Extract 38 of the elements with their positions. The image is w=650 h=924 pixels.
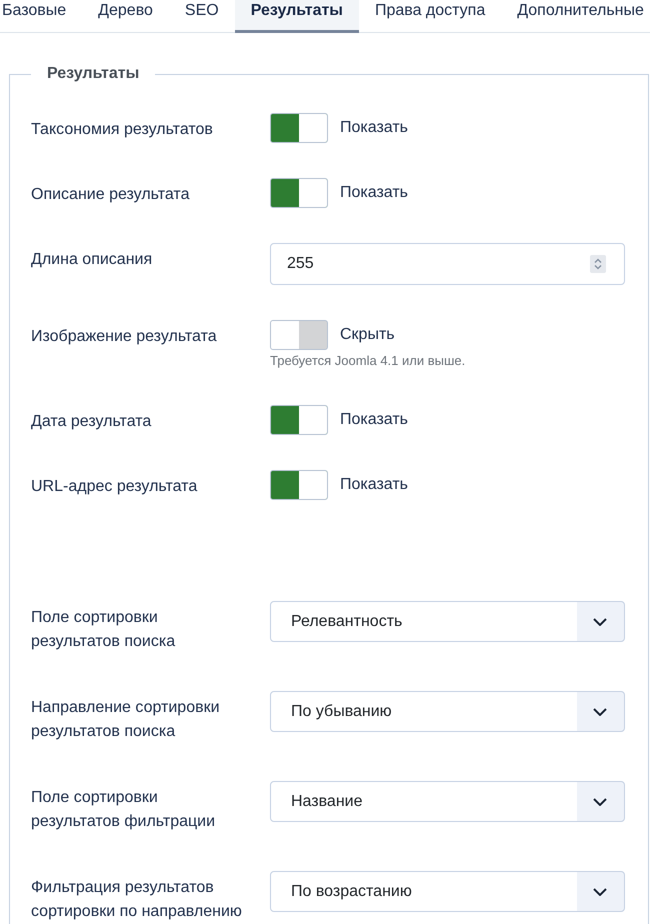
spinner-icon[interactable] <box>590 255 606 273</box>
field-label: Дата результата <box>31 412 152 432</box>
field-label: Таксономия результатов <box>31 120 214 140</box>
tab[interactable]: Дополнительные <box>501 0 650 33</box>
number-input[interactable]: 255 <box>270 243 625 285</box>
chevron-down-icon <box>593 888 607 896</box>
tab[interactable]: Результаты <box>234 0 359 33</box>
fieldset-legend: Результаты <box>31 62 156 86</box>
field-label: URL-адрес результата <box>31 477 198 497</box>
toggle-state-label: Показать <box>340 118 408 138</box>
tab[interactable]: SEO <box>168 0 235 33</box>
toggle-state-label: Показать <box>340 410 408 430</box>
field-label: Изображение результата <box>31 327 218 347</box>
select-dropdown[interactable]: По убыванию <box>270 691 625 732</box>
tab[interactable]: Права доступа <box>358 0 502 33</box>
field-label: Фильтрация результатов сортировки по направлению <box>31 878 243 922</box>
field-label: Поле сортировки результатов поиска <box>31 608 176 652</box>
toggle-switch[interactable] <box>270 405 328 435</box>
select-dropdown[interactable]: Релевантность <box>270 601 625 642</box>
toggle-switch[interactable] <box>270 178 328 208</box>
field-label: Направление сортировки результатов поиска <box>31 698 221 742</box>
chevron-down-icon <box>593 618 607 626</box>
toggle-switch[interactable] <box>270 470 328 500</box>
chevron-down-icon <box>593 708 607 716</box>
chevron-down-icon <box>593 798 607 806</box>
field-label: Длина описания <box>31 250 154 270</box>
toggle-state-label: Показать <box>340 183 408 203</box>
field-label: Поле сортировки результатов фильтрации <box>31 788 216 832</box>
toggle-switch[interactable] <box>270 113 328 143</box>
hint-text: Требуется Joomla 4.1 или выше. <box>270 352 466 370</box>
field-label: Описание результата <box>31 185 190 205</box>
select-dropdown[interactable]: Название <box>270 781 625 822</box>
tab[interactable]: Базовые <box>0 0 82 33</box>
toggle-state-label: Показать <box>340 475 408 495</box>
select-dropdown[interactable]: По возрастанию <box>270 871 625 912</box>
toggle-switch[interactable] <box>270 320 328 350</box>
tab[interactable]: Дерево <box>82 0 169 33</box>
toggle-state-label: Скрыть <box>340 325 395 345</box>
